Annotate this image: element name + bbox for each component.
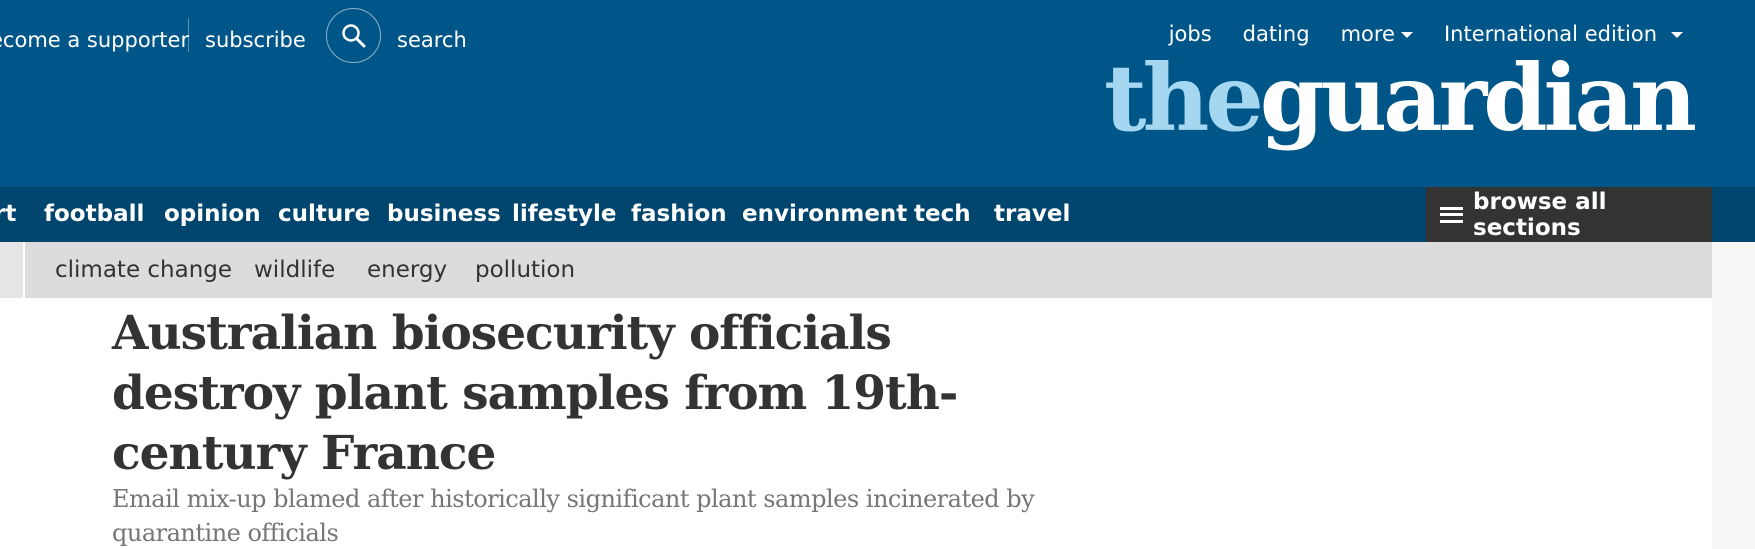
browse-all-sections-button[interactable]: browse all sections — [1426, 187, 1712, 242]
pillar-fashion[interactable]: fashion — [631, 201, 727, 227]
caret-down-icon — [1671, 32, 1683, 38]
pillar-lifestyle[interactable]: lifestyle — [512, 201, 617, 227]
article-headline: Australian biosecurity officials destroy… — [112, 306, 958, 481]
pillar-sport[interactable]: rt — [0, 201, 16, 227]
guardian-logo[interactable]: theguardian — [1104, 52, 1697, 144]
pillar-tech[interactable]: tech — [914, 201, 971, 227]
pillar-environment[interactable]: environment — [742, 201, 907, 227]
search-icon — [342, 24, 366, 48]
subnav-wildlife[interactable]: wildlife — [254, 257, 335, 283]
browse-label: browse all sections — [1473, 188, 1607, 241]
pillar-football[interactable]: football — [44, 201, 144, 227]
logo-the: the — [1104, 44, 1264, 152]
pillar-business[interactable]: business — [387, 201, 501, 227]
jobs-label: jobs — [1168, 22, 1212, 46]
search-label[interactable]: search — [397, 22, 467, 58]
logo-guardian: guardian — [1259, 44, 1697, 152]
masthead: ecome a supporter subscribe search jobs … — [0, 0, 1755, 187]
article-standfirst: Email mix-up blamed after historically s… — [112, 485, 1035, 547]
more-menu[interactable]: more — [1341, 22, 1413, 46]
pillar-opinion[interactable]: opinion — [164, 201, 261, 227]
dating-link[interactable]: dating — [1243, 22, 1310, 46]
subnav-climate-change[interactable]: climate change — [55, 257, 232, 283]
pillar-travel[interactable]: travel — [994, 201, 1070, 227]
caret-down-icon — [1400, 32, 1413, 38]
search-button[interactable] — [326, 8, 381, 63]
dating-label: dating — [1242, 22, 1310, 46]
right-gutter — [1712, 242, 1755, 549]
edition-label: International edition — [1443, 22, 1657, 46]
more-label: more — [1340, 22, 1395, 46]
subnav-energy[interactable]: energy — [367, 257, 447, 283]
subnav-spacer — [0, 242, 23, 298]
edition-selector[interactable]: International edition — [1444, 22, 1683, 46]
subnav-pollution[interactable]: pollution — [475, 257, 575, 283]
hamburger-icon — [1440, 206, 1464, 223]
header-right-links: jobs dating more International edition — [1169, 22, 1683, 46]
pillar-culture[interactable]: culture — [278, 201, 370, 227]
subscribe-link[interactable]: subscribe — [205, 22, 306, 58]
become-supporter-link[interactable]: ecome a supporter — [0, 22, 189, 58]
jobs-link[interactable]: jobs — [1169, 22, 1212, 46]
top-nav-divider — [188, 18, 189, 52]
